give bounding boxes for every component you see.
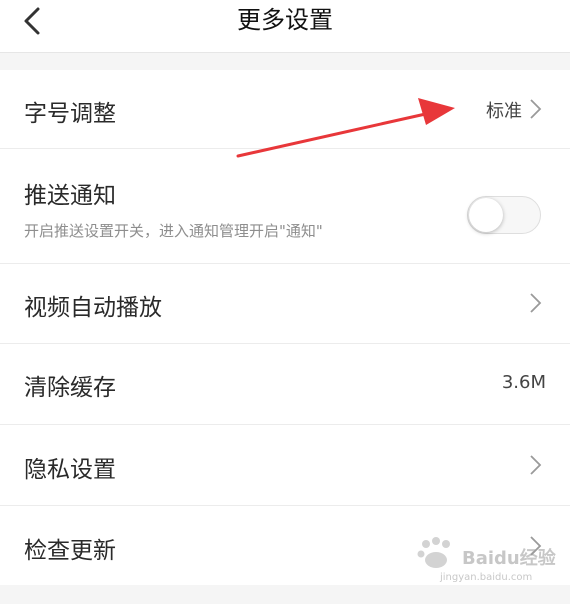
privacy-label: 隐私设置 (24, 457, 116, 483)
top-bar: 更多设置 (0, 0, 570, 53)
push-label: 推送通知 (24, 183, 116, 209)
watermark-text: Baidu经验 (462, 544, 556, 570)
setting-row-cache[interactable]: 清除缓存 3.6M (0, 344, 570, 425)
watermark-suffix: 经验 (519, 548, 556, 569)
setting-row-push: 推送通知 开启推送设置开关，进入通知管理开启"通知" (0, 149, 570, 264)
chevron-right-icon (530, 455, 542, 475)
page-title: 更多设置 (237, 6, 333, 34)
chevron-right-icon (530, 293, 542, 313)
setting-row-font-size[interactable]: 字号调整 标准 (0, 70, 570, 149)
setting-row-autoplay[interactable]: 视频自动播放 (0, 264, 570, 344)
update-label: 检查更新 (24, 538, 116, 564)
push-toggle[interactable] (467, 196, 541, 234)
chevron-right-icon (530, 99, 542, 119)
cache-size-value: 3.6M (501, 372, 546, 393)
toggle-knob (469, 198, 503, 232)
font-size-label: 字号调整 (24, 101, 116, 127)
watermark: Baidu经验 jingyan.baidu.com (412, 534, 556, 596)
font-size-value: 标准 (486, 101, 522, 122)
push-description: 开启推送设置开关，进入通知管理开启"通知" (24, 222, 323, 240)
cache-label: 清除缓存 (24, 375, 116, 401)
autoplay-label: 视频自动播放 (24, 295, 162, 321)
watermark-url: jingyan.baidu.com (440, 572, 533, 583)
settings-list: 字号调整 标准 推送通知 开启推送设置开关，进入通知管理开启"通知" 视频自动播… (0, 70, 570, 585)
watermark-brand: Baidu (462, 548, 520, 569)
setting-row-privacy[interactable]: 隐私设置 (0, 425, 570, 506)
paw-logo-icon (417, 537, 450, 568)
